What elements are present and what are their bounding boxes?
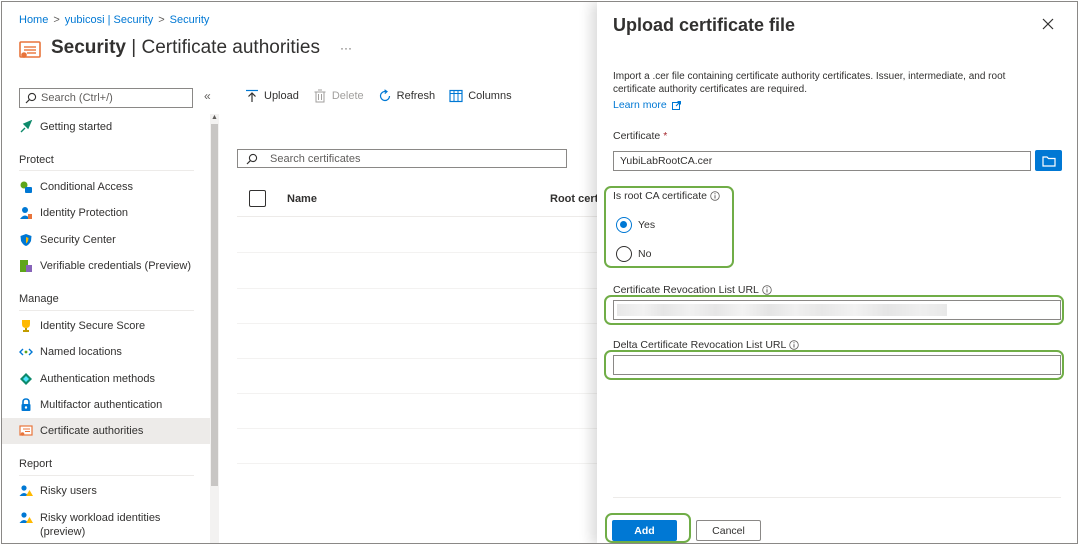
sidebar-item-identity-protection[interactable]: Identity Protection <box>19 206 128 220</box>
scroll-up-icon[interactable]: ▲ <box>211 114 218 121</box>
divider <box>19 310 194 311</box>
divider <box>237 252 597 253</box>
sidebar-item-risky-workload-identities[interactable]: Risky workload identities (preview) <box>19 511 179 539</box>
breadcrumb-tenant[interactable]: yubicosi | Security <box>65 14 153 26</box>
sidebar-item-named-locations[interactable]: Named locations <box>19 345 122 359</box>
breadcrumb-separator: > <box>158 14 165 26</box>
columns-icon <box>449 89 463 103</box>
sidebar-item-risky-users[interactable]: Risky users <box>19 484 97 498</box>
radio-yes-button[interactable] <box>616 217 632 233</box>
sidebar-item-authentication-methods[interactable]: Authentication methods <box>19 372 155 386</box>
columns-button[interactable]: Columns <box>449 89 512 103</box>
root-ca-label: Is root CA certificate <box>613 190 720 202</box>
divider <box>237 463 597 464</box>
sidebar-search-input[interactable]: Search (Ctrl+/) <box>19 88 193 108</box>
section-head-manage: Manage <box>19 293 59 305</box>
select-all-checkbox[interactable] <box>249 190 266 207</box>
divider <box>237 216 597 217</box>
learn-more-link[interactable]: Learn more <box>613 99 681 111</box>
verifiable-credentials-icon <box>20 260 32 272</box>
sidebar-item-identity-secure-score[interactable]: Identity Secure Score <box>19 319 145 333</box>
divider <box>237 288 597 289</box>
divider <box>237 358 597 359</box>
delta-crl-url-input[interactable] <box>613 355 1061 375</box>
info-icon <box>789 340 800 350</box>
named-locations-icon <box>19 348 33 356</box>
sidebar-scroll-thumb[interactable] <box>211 124 218 486</box>
close-icon[interactable] <box>1041 17 1055 31</box>
sidebar-item-multifactor-authentication[interactable]: Multifactor authentication <box>19 398 162 412</box>
breadcrumb-separator: > <box>53 14 60 26</box>
folder-icon <box>1041 155 1056 167</box>
divider <box>237 428 597 429</box>
radio-yes[interactable]: Yes <box>616 217 655 233</box>
crl-url-input[interactable] <box>613 300 1061 320</box>
sidebar-item-certificate-authorities[interactable]: Certificate authorities <box>2 418 210 444</box>
conditional-access-icon <box>20 181 32 193</box>
section-head-report: Report <box>19 458 53 470</box>
app-frame: Home > yubicosi | Security > Security Securi… <box>1 1 1078 544</box>
risky-workload-icon <box>19 512 33 523</box>
trash-icon <box>314 89 326 103</box>
divider <box>613 497 1061 498</box>
rocket-icon <box>20 120 33 133</box>
info-icon <box>710 191 720 201</box>
panel-title: Upload certificate file <box>613 15 796 35</box>
certificate-search-input[interactable]: Search certificates <box>237 149 567 168</box>
lock-icon <box>21 398 31 411</box>
section-head-protect: Protect <box>19 154 54 166</box>
sidebar-item-security-center[interactable]: Security Center <box>19 233 116 247</box>
upload-button[interactable]: Upload <box>245 89 299 103</box>
certificate-file-input[interactable]: YubiLabRootCA.cer <box>613 151 1031 171</box>
search-icon <box>246 153 258 164</box>
external-link-icon <box>671 100 681 110</box>
search-icon <box>25 92 37 104</box>
panel-description: Import a .cer file containing certificat… <box>613 71 1006 95</box>
page-title: Security | Certificate authorities <box>51 37 320 58</box>
cancel-button[interactable]: Cancel <box>696 520 761 541</box>
divider <box>237 323 597 324</box>
divider <box>237 393 597 394</box>
upload-icon <box>246 89 258 102</box>
breadcrumb-current[interactable]: Security <box>170 14 210 26</box>
identity-protection-icon <box>20 207 32 219</box>
upload-certificate-panel: Upload certificate file Import a .cer fi… <box>597 2 1077 543</box>
add-button[interactable]: Add <box>612 520 677 541</box>
divider <box>19 170 194 171</box>
certificate-icon <box>19 41 41 58</box>
sidebar-search-placeholder: Search (Ctrl+/) <box>41 92 113 104</box>
sidebar-item-conditional-access[interactable]: Conditional Access <box>19 180 133 194</box>
radio-no-button[interactable] <box>616 246 632 262</box>
collapse-sidebar-button[interactable]: « <box>204 89 211 103</box>
radio-no[interactable]: No <box>616 246 651 262</box>
column-header-name[interactable]: Name <box>287 193 317 205</box>
required-marker: * <box>663 130 668 142</box>
certificate-search-placeholder: Search certificates <box>270 152 361 165</box>
divider <box>19 475 194 476</box>
trophy-icon <box>22 320 30 332</box>
page-title-row: Security | Certificate authorities ··· <box>19 36 352 60</box>
refresh-button[interactable]: Refresh <box>378 89 435 103</box>
more-options-button[interactable]: ··· <box>340 41 352 55</box>
sidebar-item-verifiable-credentials[interactable]: Verifiable credentials (Preview) <box>19 259 191 273</box>
info-icon <box>762 285 772 295</box>
refresh-icon <box>379 89 390 102</box>
certificate-icon <box>19 425 33 436</box>
browse-file-button[interactable] <box>1035 150 1062 171</box>
risky-users-icon <box>19 485 33 496</box>
shield-icon <box>20 234 32 246</box>
breadcrumb-home[interactable]: Home <box>19 14 48 26</box>
column-header-root-cert[interactable]: Root cert <box>550 193 598 205</box>
redacted-url <box>617 304 947 316</box>
delete-button[interactable]: Delete <box>313 89 364 103</box>
authentication-methods-icon <box>20 373 32 385</box>
certificate-label: Certificate * <box>613 130 668 142</box>
breadcrumb: Home > yubicosi | Security > Security <box>19 14 209 26</box>
toolbar: Upload Delete Refresh Columns <box>245 89 526 103</box>
sidebar-item-getting-started[interactable]: Getting started <box>19 120 112 134</box>
